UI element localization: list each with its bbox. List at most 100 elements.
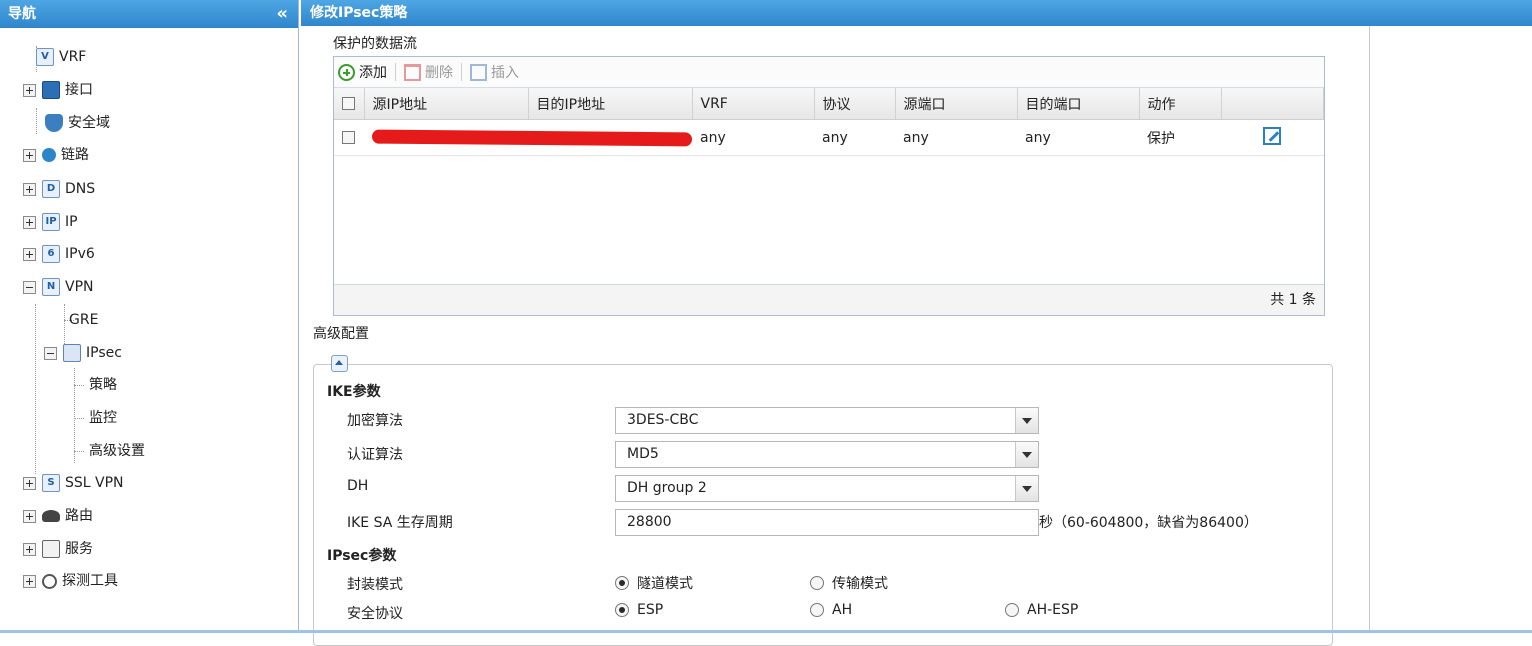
- trash-icon: [404, 63, 421, 81]
- esp-radio[interactable]: ESP: [615, 602, 663, 618]
- insert-icon: [470, 63, 487, 81]
- nav-item-gre[interactable]: GRE: [69, 307, 98, 333]
- expand-icon[interactable]: [23, 509, 36, 523]
- main-panel: 修改IPsec策略 保护的数据流 添加 删除 插入 源IP地址 目的IP地址 V…: [301, 0, 1532, 646]
- select-all-checkbox[interactable]: [342, 97, 355, 110]
- expand-icon[interactable]: [23, 182, 36, 196]
- toolbar-divider: [461, 63, 462, 81]
- nav-item-route[interactable]: 路由: [23, 503, 93, 529]
- collapse-icon[interactable]: [23, 280, 36, 294]
- advanced-config-label: 高级配置: [313, 326, 369, 342]
- tree-guide: [74, 418, 84, 419]
- route-icon: [42, 510, 60, 522]
- nav-item-label: 路由: [65, 508, 93, 524]
- lifetime-label: IKE SA 生存周期: [347, 515, 453, 531]
- column-header[interactable]: 协议: [814, 88, 896, 120]
- tree-guide: [74, 385, 84, 386]
- column-header[interactable]: 源端口: [895, 88, 1018, 120]
- ah-radio[interactable]: AH: [810, 602, 852, 618]
- tree-guide: [74, 368, 75, 463]
- nav-item-ip[interactable]: IP IP: [23, 209, 78, 235]
- action-cell: 保护: [1139, 119, 1221, 156]
- tree-guide: [74, 451, 84, 452]
- dh-value: DH group 2: [627, 480, 707, 496]
- chevron-down-icon[interactable]: [1015, 476, 1038, 501]
- insert-label: 插入: [491, 65, 519, 81]
- nav-item-label: IPsec: [86, 345, 122, 361]
- nav-item-ipsec[interactable]: IPsec: [44, 340, 122, 366]
- esp-label: ESP: [637, 602, 664, 618]
- encap-mode-label: 封装模式: [347, 577, 403, 593]
- radio-unselected-icon: [810, 603, 824, 617]
- nav-item-label: 高级设置: [89, 443, 145, 459]
- nav-item-vpn[interactable]: N VPN: [23, 274, 94, 300]
- service-icon: [42, 540, 60, 558]
- column-header[interactable]: 目的端口: [1017, 88, 1140, 120]
- auth-select[interactable]: MD5: [615, 441, 1039, 468]
- nav-item-label: 服务: [65, 541, 93, 557]
- nav-item-service[interactable]: 服务: [23, 536, 93, 562]
- nav-item-monitor[interactable]: 监控: [89, 405, 117, 431]
- radio-selected-icon: [615, 576, 629, 590]
- collapse-nav-button[interactable]: «: [276, 0, 288, 28]
- expand-icon[interactable]: [23, 542, 36, 556]
- ike-section-title: IKE参数: [327, 384, 381, 400]
- tunnel-mode-radio[interactable]: 隧道模式: [615, 573, 693, 593]
- nav-item-label: 接口: [65, 82, 93, 98]
- chevron-down-icon[interactable]: [1015, 442, 1038, 467]
- column-header[interactable]: VRF: [692, 88, 815, 120]
- nav-item-label: 监控: [89, 410, 117, 426]
- row-select-cell: [334, 119, 364, 156]
- lifetime-hint: 秒（60-604800，缺省为86400）: [1039, 515, 1258, 531]
- collapse-icon[interactable]: [44, 346, 57, 360]
- insert-button[interactable]: 插入: [470, 62, 519, 82]
- expand-icon[interactable]: [23, 574, 36, 588]
- delete-button[interactable]: 删除: [404, 62, 453, 82]
- expand-icon[interactable]: [23, 83, 36, 97]
- dns-icon: D: [42, 180, 60, 198]
- tunnel-mode-label: 隧道模式: [637, 576, 693, 592]
- nav-item-label: 链路: [61, 147, 89, 163]
- nav-item-vrf[interactable]: V VRF: [36, 44, 86, 70]
- nav-item-link[interactable]: 链路: [23, 142, 89, 168]
- column-header[interactable]: 目的IP地址: [528, 88, 693, 120]
- protected-flow-label: 保护的数据流: [333, 36, 417, 52]
- collapse-advanced-button[interactable]: [331, 355, 348, 372]
- nav-item-advanced-settings[interactable]: 高级设置: [89, 438, 145, 464]
- ah-esp-label: AH-ESP: [1027, 602, 1079, 618]
- tree-guide: [35, 304, 36, 474]
- nav-item-security-zone[interactable]: 安全域: [45, 110, 110, 136]
- ipsec-icon: [63, 344, 81, 362]
- nav-item-ipv6[interactable]: 6 IPv6: [23, 241, 95, 267]
- link-icon: [42, 148, 56, 162]
- interface-icon: [42, 81, 60, 99]
- encryption-select[interactable]: 3DES-CBC: [615, 407, 1039, 434]
- nav-item-label: 安全域: [68, 115, 110, 131]
- nav-item-probe-tool[interactable]: 探测工具: [23, 568, 118, 594]
- nav-item-label: VPN: [65, 279, 94, 295]
- edit-cell: [1221, 119, 1324, 156]
- dh-select[interactable]: DH group 2: [615, 475, 1039, 502]
- edit-icon[interactable]: [1262, 126, 1281, 145]
- transport-mode-radio[interactable]: 传输模式: [810, 573, 888, 593]
- nav-item-interface[interactable]: 接口: [23, 77, 93, 103]
- expand-icon[interactable]: [23, 476, 36, 490]
- row-checkbox[interactable]: [342, 131, 355, 144]
- nav-item-policy[interactable]: 策略: [89, 372, 117, 398]
- column-header[interactable]: 动作: [1139, 88, 1222, 120]
- ah-esp-radio[interactable]: AH-ESP: [1005, 602, 1078, 618]
- lifetime-input[interactable]: 28800: [615, 509, 1039, 536]
- table-row[interactable]: any any any any 保护: [334, 119, 1324, 156]
- radio-unselected-icon: [810, 576, 824, 590]
- column-header[interactable]: 源IP地址: [364, 88, 529, 120]
- probe-tool-icon: [42, 573, 57, 589]
- expand-icon[interactable]: [23, 215, 36, 229]
- expand-icon[interactable]: [23, 148, 36, 162]
- expand-icon[interactable]: [23, 247, 36, 261]
- nav-item-sslvpn[interactable]: S SSL VPN: [23, 470, 124, 496]
- nav-item-label: DNS: [65, 181, 96, 197]
- nav-item-dns[interactable]: D DNS: [23, 176, 95, 202]
- nav-item-label: SSL VPN: [65, 475, 124, 491]
- add-button[interactable]: 添加: [338, 62, 387, 82]
- chevron-down-icon[interactable]: [1015, 408, 1038, 433]
